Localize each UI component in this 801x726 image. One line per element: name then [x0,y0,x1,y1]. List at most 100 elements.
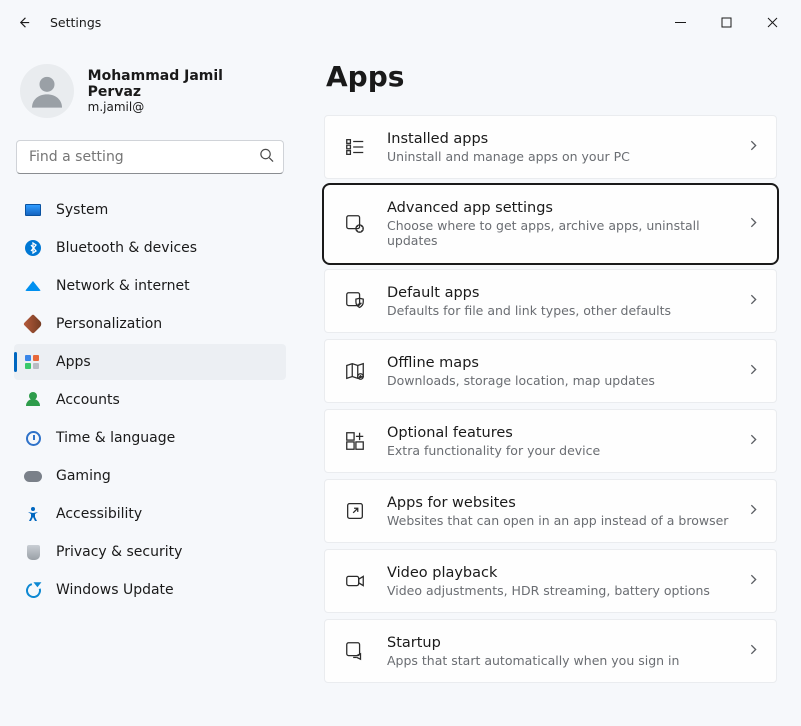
user-icon [27,71,67,111]
gaming-icon [24,467,42,485]
nav-label: System [56,202,108,218]
list-icon [341,133,369,161]
search-container [16,140,284,174]
search-input[interactable] [16,140,284,174]
nav-system[interactable]: System [14,192,286,228]
titlebar: Settings [0,0,801,44]
card-title: Optional features [387,425,747,441]
chevron-right-icon [747,293,760,310]
card-subtitle: Defaults for file and link types, other … [387,303,747,318]
profile-text: Mohammad Jamil Pervaz m.jamil@ [88,68,280,114]
card-text: Optional features Extra functionality fo… [387,425,747,458]
search-icon [259,148,274,167]
nav-personalization[interactable]: Personalization [14,306,286,342]
nav-label: Personalization [56,316,162,332]
map-icon [341,357,369,385]
card-text: Default apps Defaults for file and link … [387,285,747,318]
card-advanced-app-settings[interactable]: Advanced app settings Choose where to ge… [324,185,777,263]
video-icon [341,567,369,595]
card-text: Offline maps Downloads, storage location… [387,355,747,388]
window-controls [657,6,795,38]
profile-email: m.jamil@ [88,100,280,114]
card-subtitle: Extra functionality for your device [387,443,747,458]
chevron-right-icon [747,139,760,156]
card-subtitle: Choose where to get apps, archive apps, … [387,218,747,248]
card-installed-apps[interactable]: Installed apps Uninstall and manage apps… [324,115,777,179]
settings-list: Installed apps Uninstall and manage apps… [324,115,777,683]
card-text: Apps for websites Websites that can open… [387,495,747,528]
apps-icon [24,353,42,371]
nav-time[interactable]: Time & language [14,420,286,456]
card-text: Startup Apps that start automatically wh… [387,635,747,668]
nav-label: Gaming [56,468,111,484]
nav-label: Accessibility [56,506,142,522]
plus-grid-icon [341,427,369,455]
nav-label: Apps [56,354,91,370]
chevron-right-icon [747,573,760,590]
chevron-right-icon [747,643,760,660]
sidebar: Mohammad Jamil Pervaz m.jamil@ System Bl… [0,44,300,726]
card-apps-for-websites[interactable]: Apps for websites Websites that can open… [324,479,777,543]
nav-label: Windows Update [56,582,174,598]
minimize-button[interactable] [657,6,703,38]
nav-update[interactable]: Windows Update [14,572,286,608]
chevron-right-icon [747,503,760,520]
accounts-icon [24,391,42,409]
card-text: Advanced app settings Choose where to ge… [387,200,747,248]
maximize-button[interactable] [703,6,749,38]
system-icon [24,201,42,219]
back-button[interactable] [6,4,42,40]
maximize-icon [721,17,732,28]
card-subtitle: Apps that start automatically when you s… [387,653,747,668]
shield-check-icon [341,287,369,315]
card-title: Advanced app settings [387,200,747,216]
card-title: Startup [387,635,747,651]
card-title: Video playback [387,565,747,581]
card-title: Installed apps [387,131,747,147]
card-subtitle: Video adjustments, HDR streaming, batter… [387,583,747,598]
card-video-playback[interactable]: Video playback Video adjustments, HDR st… [324,549,777,613]
nav-gaming[interactable]: Gaming [14,458,286,494]
nav-network[interactable]: Network & internet [14,268,286,304]
card-title: Offline maps [387,355,747,371]
nav-apps[interactable]: Apps [14,344,286,380]
card-startup[interactable]: Startup Apps that start automatically wh… [324,619,777,683]
nav-accounts[interactable]: Accounts [14,382,286,418]
minimize-icon [675,17,686,28]
main-content: Apps Installed apps Uninstall and manage… [300,44,801,726]
privacy-icon [24,543,42,561]
personalization-icon [24,315,42,333]
close-button[interactable] [749,6,795,38]
nav-label: Accounts [56,392,120,408]
chevron-right-icon [747,433,760,450]
chevron-right-icon [747,216,760,233]
card-default-apps[interactable]: Default apps Defaults for file and link … [324,269,777,333]
nav-label: Time & language [56,430,175,446]
card-text: Video playback Video adjustments, HDR st… [387,565,747,598]
avatar [20,64,74,118]
card-text: Installed apps Uninstall and manage apps… [387,131,747,164]
card-subtitle: Websites that can open in an app instead… [387,513,747,528]
card-offline-maps[interactable]: Offline maps Downloads, storage location… [324,339,777,403]
accessibility-icon [24,505,42,523]
card-title: Apps for websites [387,495,747,511]
card-subtitle: Downloads, storage location, map updates [387,373,747,388]
nav-label: Privacy & security [56,544,182,560]
profile-name: Mohammad Jamil Pervaz [88,68,280,100]
nav-privacy[interactable]: Privacy & security [14,534,286,570]
sidebar-nav: System Bluetooth & devices Network & int… [14,192,286,608]
open-external-icon [341,497,369,525]
arrow-left-icon [17,15,32,30]
nav-accessibility[interactable]: Accessibility [14,496,286,532]
app-gear-icon [341,210,369,238]
card-optional-features[interactable]: Optional features Extra functionality fo… [324,409,777,473]
nav-bluetooth[interactable]: Bluetooth & devices [14,230,286,266]
close-icon [767,17,778,28]
nav-label: Network & internet [56,278,190,294]
page-title: Apps [326,60,777,93]
chevron-right-icon [747,363,760,380]
network-icon [24,277,42,295]
user-profile[interactable]: Mohammad Jamil Pervaz m.jamil@ [14,54,286,132]
update-icon [24,581,42,599]
window-title: Settings [50,15,101,30]
